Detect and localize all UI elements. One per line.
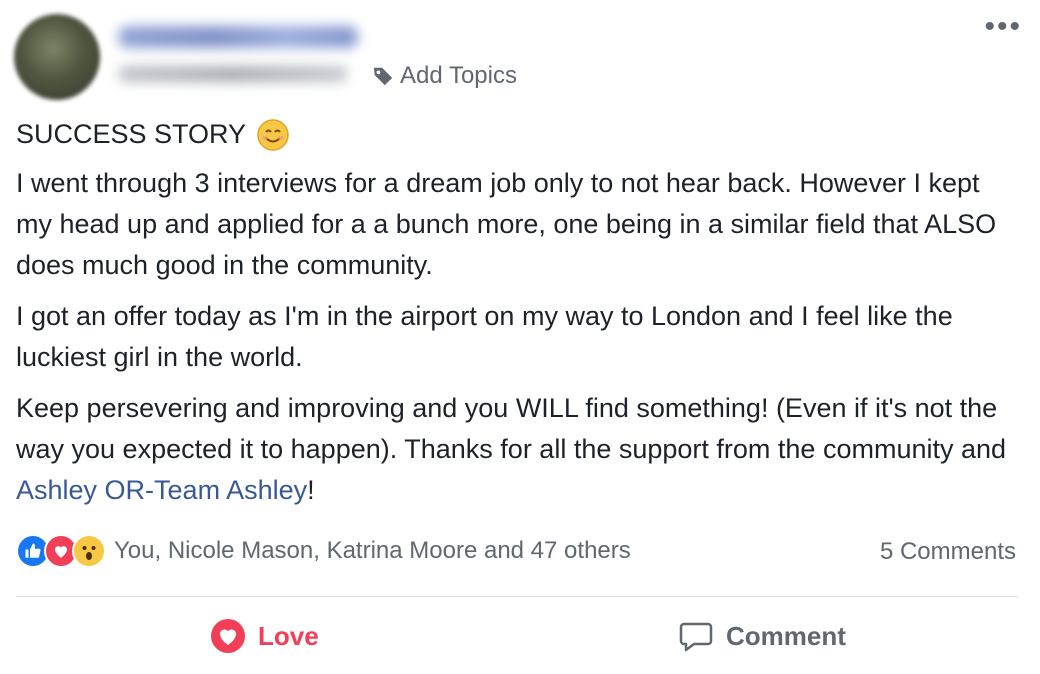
- paragraph-3-end: !: [307, 475, 315, 505]
- mention-link[interactable]: Ashley OR-Team Ashley: [16, 475, 307, 505]
- comments-count-link[interactable]: 5 Comments: [880, 538, 1016, 566]
- wow-reaction-icon: [72, 534, 106, 568]
- add-topics-link[interactable]: Add Topics: [372, 62, 517, 90]
- author-name-blurred[interactable]: [118, 26, 358, 48]
- post-paragraph-3: Keep persevering and improving and you W…: [16, 388, 1016, 511]
- love-label: Love: [258, 620, 319, 651]
- post-paragraph-2: I got an offer today as I'm in the airpo…: [16, 301, 953, 372]
- add-topics-label: Add Topics: [400, 62, 517, 89]
- comment-icon: [679, 622, 713, 652]
- post-date-blurred[interactable]: [118, 66, 348, 82]
- actions-divider: [16, 596, 1018, 597]
- love-button[interactable]: Love: [210, 618, 319, 654]
- post-paragraph-1: I went through 3 interviews for a dream …: [16, 168, 997, 280]
- reactors-text[interactable]: You, Nicole Mason, Katrina Moore and 47 …: [114, 537, 631, 565]
- post-title-line: SUCCESS STORY: [16, 114, 1016, 155]
- tag-icon: [373, 67, 393, 86]
- paragraph-3-text: Keep persevering and improving and you W…: [16, 393, 1007, 464]
- love-icon: [211, 619, 245, 653]
- post-body: SUCCESS STORY I went through 3 interview…: [16, 114, 1016, 521]
- smiling-face-emoji-icon: [257, 118, 289, 151]
- reactions-summary[interactable]: You, Nicole Mason, Katrina Moore and 47 …: [16, 534, 631, 568]
- comment-label: Comment: [726, 620, 846, 651]
- comment-button[interactable]: Comment: [678, 618, 846, 654]
- more-options-button[interactable]: •••: [984, 12, 1022, 42]
- post-title: SUCCESS STORY: [16, 119, 247, 149]
- author-avatar[interactable]: [14, 14, 100, 100]
